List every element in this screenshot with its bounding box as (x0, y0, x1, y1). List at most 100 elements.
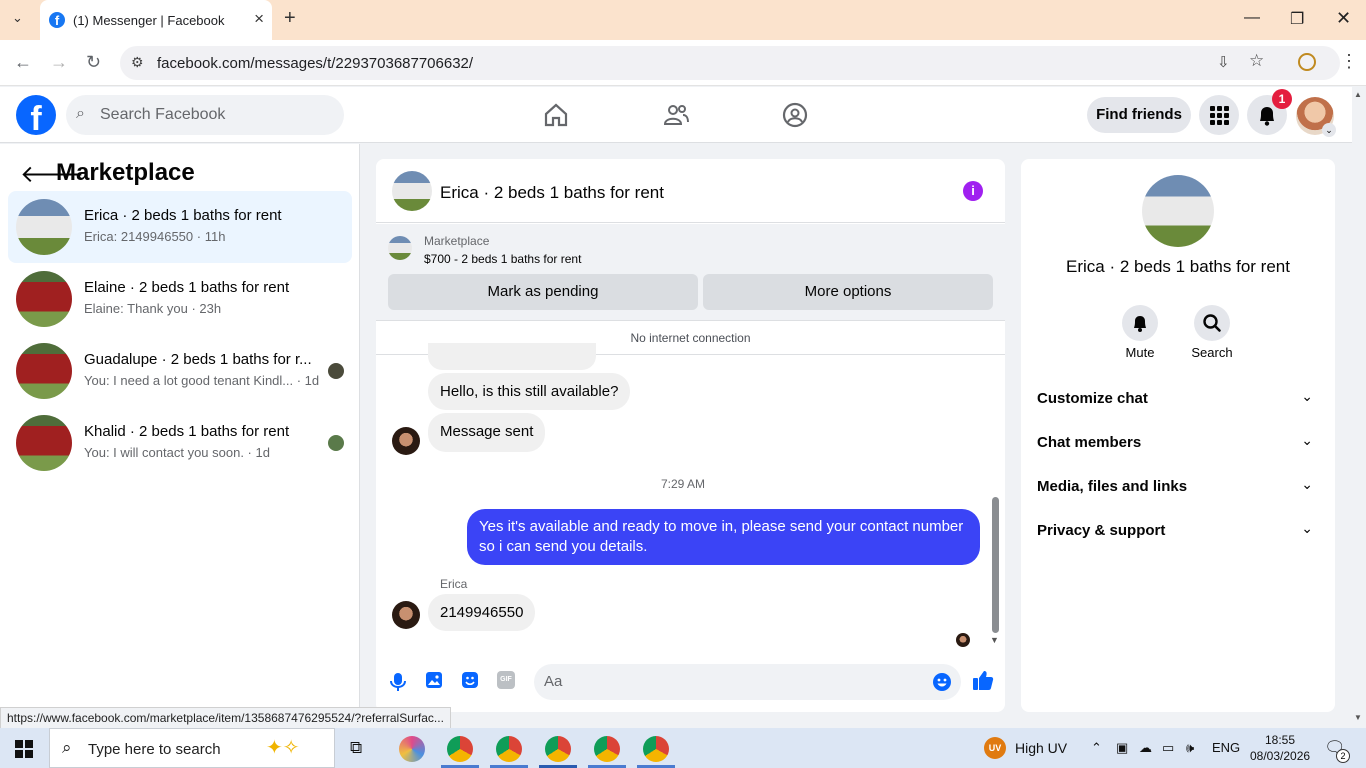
conversation-item-khalid[interactable]: Khalid · 2 beds 1 baths for rent You: I … (8, 407, 352, 479)
meet-now-icon[interactable]: ▣ (1116, 740, 1128, 756)
menu-button[interactable] (1199, 95, 1239, 135)
chat-header: Erica · 2 beds 1 baths for rent i (376, 159, 1005, 223)
install-app-icon[interactable]: ⇩ (1217, 53, 1230, 71)
groups-icon[interactable] (782, 102, 808, 128)
more-options-button[interactable]: More options (703, 274, 993, 310)
search-label: Search (1191, 345, 1233, 360)
chat-thumbnail[interactable] (392, 171, 432, 211)
conversation-item-guadalupe[interactable]: Guadalupe · 2 beds 1 baths for r... You:… (8, 335, 352, 407)
chrome-icon[interactable] (594, 736, 620, 762)
taskbar-search-box[interactable]: ⌕ Type here to search ✦✧ (49, 728, 335, 768)
url-field[interactable]: ⚙ facebook.com/messages/t/22937036877066… (120, 46, 1340, 80)
sender-avatar (392, 601, 420, 629)
listing-thumbnail (16, 415, 72, 471)
conversation-item-elaine[interactable]: Elaine · 2 beds 1 baths for rent Elaine:… (8, 263, 352, 335)
conversation-name: Khalid · 2 beds 1 baths for rent (84, 423, 290, 440)
find-friends-button[interactable]: Find friends (1087, 97, 1191, 133)
mute-label: Mute (1125, 345, 1155, 360)
conversation-preview: You: I will contact you soon. · 1d (84, 445, 270, 460)
task-view-icon[interactable]: ⧉ (350, 738, 362, 758)
home-icon[interactable] (543, 102, 569, 128)
new-tab-icon[interactable]: + (284, 7, 296, 30)
chrome-icon[interactable] (447, 736, 473, 762)
emoji-icon[interactable] (932, 672, 952, 692)
sidebar-title: Marketplace (56, 159, 195, 186)
listing-title[interactable]: $700 - 2 beds 1 baths for rent (424, 252, 581, 266)
marketplace-listing-bar: Marketplace $700 - 2 beds 1 baths for re… (376, 224, 1005, 321)
windows-start-icon[interactable] (15, 740, 33, 758)
account-chevron-icon[interactable]: ⌄ (1322, 123, 1336, 137)
media-files-links-section[interactable]: Media, files and links ⌄ (1037, 466, 1319, 510)
site-info-icon[interactable]: ⚙ (131, 54, 144, 71)
chevron-down-icon: ⌄ (1301, 388, 1313, 404)
bell-icon (1134, 316, 1146, 332)
snipping-tool-icon[interactable] (399, 736, 425, 762)
search-placeholder: Search Facebook (100, 106, 226, 123)
outgoing-message: Yes it's available and ready to move in,… (467, 509, 980, 565)
scroll-down-icon[interactable]: ▼ (990, 635, 999, 645)
customize-chat-section[interactable]: Customize chat ⌄ (1037, 378, 1319, 422)
search-conversation-button[interactable] (1194, 305, 1230, 341)
tab-search-icon[interactable]: ⌄ (12, 10, 23, 26)
conversation-preview: Elaine: Thank you · 23h (84, 301, 222, 316)
address-bar: ← → ↻ ⚙ facebook.com/messages/t/22937036… (0, 40, 1366, 86)
section-title: Media, files and links (1037, 478, 1188, 495)
chat-members-section[interactable]: Chat members ⌄ (1037, 422, 1319, 466)
windows-taskbar: ⌕ Type here to search ✦✧ ⧉ UV High UV ⌃ … (0, 728, 1366, 768)
clock-date: 08/03/2026 (1250, 749, 1311, 763)
reload-icon[interactable]: ↻ (86, 52, 101, 73)
microphone-icon[interactable] (390, 672, 406, 692)
listing-thumbnail (16, 199, 72, 255)
privacy-support-section[interactable]: Privacy & support ⌄ (1037, 510, 1319, 554)
browser-menu-icon[interactable]: ⋮ (1340, 51, 1358, 72)
sticker-icon[interactable] (461, 671, 479, 689)
thumbs-up-icon[interactable] (972, 669, 994, 691)
gif-icon[interactable]: GIF (497, 671, 515, 689)
marketplace-label: Marketplace (424, 234, 490, 248)
search-facebook-input[interactable]: ⌕ Search Facebook (66, 95, 344, 135)
page-scroll-up-icon[interactable]: ▲ (1354, 90, 1362, 99)
chat-scrollbar[interactable] (992, 497, 999, 633)
weather-label[interactable]: High UV (1015, 740, 1067, 756)
clock[interactable]: 18:55 08/03/2026 (1250, 732, 1310, 764)
message-input[interactable]: Aa (534, 664, 961, 700)
listing-photo[interactable] (1142, 175, 1214, 247)
chrome-icon[interactable] (545, 736, 571, 762)
mute-button[interactable] (1122, 305, 1158, 341)
incoming-message: 2149946550 (428, 594, 536, 631)
info-icon[interactable]: i (963, 181, 983, 201)
conversation-item-erica[interactable]: Erica · 2 beds 1 baths for rent Erica: 2… (8, 191, 352, 263)
volume-icon[interactable]: 🕪 (1186, 740, 1194, 756)
close-window-icon[interactable]: ✕ (1336, 8, 1351, 29)
mark-as-pending-button[interactable]: Mark as pending (388, 274, 698, 310)
restore-icon[interactable]: ❐ (1290, 9, 1304, 29)
minimize-icon[interactable]: — (1244, 9, 1260, 27)
forward-icon[interactable]: → (50, 52, 68, 73)
chrome-icon[interactable] (643, 736, 669, 762)
facebook-logo-icon[interactable]: f (16, 95, 56, 135)
sender-name: Erica (440, 577, 468, 591)
browser-tab[interactable]: f (1) Messenger | Facebook × (40, 0, 272, 40)
language-indicator[interactable]: ENG (1212, 740, 1240, 755)
chrome-icon[interactable] (496, 736, 522, 762)
back-icon[interactable]: ← (14, 52, 32, 73)
network-icon[interactable]: ▭ (1162, 740, 1174, 756)
tray-chevron-up-icon[interactable]: ⌃ (1091, 740, 1102, 756)
uv-weather-icon[interactable]: UV (984, 737, 1006, 759)
profile-icon[interactable] (1298, 53, 1316, 71)
facebook-header: f ⌕ Search Facebook Find friends (0, 87, 1352, 143)
chevron-down-icon: ⌄ (1301, 476, 1313, 492)
search-highlight-icon: ✦✧ (266, 737, 300, 759)
friends-icon[interactable] (663, 102, 689, 128)
link-status-url: https://www.facebook.com/marketplace/ite… (0, 707, 451, 729)
partial-message-bubble (428, 343, 596, 370)
onedrive-icon[interactable]: ☁ (1139, 740, 1152, 756)
conversation-preview: You: I need a lot good tenant Kindl... ·… (84, 373, 320, 388)
photo-icon[interactable] (425, 671, 443, 689)
bookmark-star-icon[interactable]: ☆ (1249, 51, 1264, 71)
search-icon: ⌕ (62, 738, 72, 757)
listing-thumbnail (16, 343, 72, 399)
chat-title[interactable]: Erica · 2 beds 1 baths for rent (440, 183, 664, 203)
close-tab-icon[interactable]: × (254, 9, 264, 29)
page-scroll-down-icon[interactable]: ▼ (1354, 713, 1362, 722)
